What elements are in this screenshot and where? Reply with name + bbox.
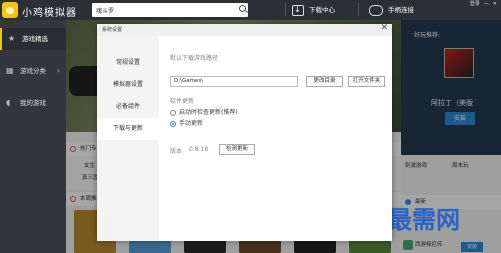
- open-folder-button[interactable]: 打开文件夹: [348, 76, 385, 87]
- title-bar: 小鸡模拟器 下载中心 手柄连接 登录 — ✕: [0, 0, 501, 20]
- sidebar-item-featured[interactable]: ★ 游戏精选: [0, 28, 66, 50]
- gamepad-connect-label: 手柄连接: [388, 6, 414, 14]
- dialog-title: 系统设置: [102, 27, 123, 33]
- version-value: 0.8.18: [189, 146, 209, 153]
- settings-nav: 常规设置 模拟器设置 必备组件 下载与更新: [97, 36, 159, 241]
- version-label: 版本: [170, 148, 183, 155]
- watermark: 最需网: [388, 205, 460, 234]
- radio-manual-update[interactable]: 手动更新: [170, 118, 203, 127]
- sidebar: ★ 游戏精选 ▦ 游戏分类 › ◖ 我的游戏: [0, 20, 66, 253]
- download-icon: [292, 3, 304, 17]
- radio-auto-label: 启动时检查更新(推荐): [179, 109, 238, 116]
- gamepad-connect-button[interactable]: 手柄连接: [369, 3, 414, 17]
- radio-auto-update[interactable]: 启动时检查更新(推荐): [170, 107, 238, 116]
- toolbar-divider: [358, 3, 359, 16]
- software-update-label: 软件更新: [170, 98, 195, 105]
- search-icon[interactable]: [239, 5, 246, 12]
- radio-button-selected[interactable]: [170, 120, 176, 127]
- sidebar-item-label: 游戏分类: [20, 67, 46, 75]
- chevron-right-icon: ›: [56, 66, 60, 75]
- download-center-label: 下载中心: [309, 6, 335, 14]
- login-link[interactable]: 登录: [470, 1, 480, 7]
- settings-body: 默认下载游戏路径 D:\Games\ 更改目录 打开文件夹 软件更新 启动时检查…: [159, 36, 392, 241]
- star-icon: ★: [8, 34, 16, 43]
- change-directory-button[interactable]: 更改目录: [306, 76, 343, 87]
- sidebar-item-label: 我的游戏: [20, 99, 46, 107]
- settings-dialog: 系统设置 ✕ 常规设置 模拟器设置 必备组件 下载与更新 默认下载游戏路径 D:…: [97, 23, 392, 241]
- gamepad-icon: [369, 4, 383, 16]
- sidebar-item-label: 游戏精选: [22, 35, 48, 43]
- download-path-field[interactable]: D:\Games\: [170, 76, 298, 87]
- nav-general-settings[interactable]: 常规设置: [97, 52, 159, 74]
- nav-required-components[interactable]: 必备组件: [97, 96, 159, 118]
- close-icon[interactable]: ✕: [380, 23, 388, 33]
- window-controls: 登录 — ✕: [466, 0, 497, 7]
- download-center-button[interactable]: 下载中心: [292, 3, 335, 17]
- chick-logo-icon: [2, 2, 18, 18]
- grid-icon: ▦: [6, 66, 14, 75]
- download-path-label: 默认下载游戏路径: [170, 55, 219, 62]
- nav-download-update[interactable]: 下载与更新: [97, 118, 159, 140]
- toolbar-divider: [285, 3, 286, 16]
- sidebar-item-categories[interactable]: ▦ 游戏分类 ›: [0, 60, 66, 82]
- pacman-icon: ◖: [6, 98, 11, 107]
- check-update-button[interactable]: 检测更新: [219, 144, 255, 155]
- minimize-button[interactable]: —: [484, 1, 489, 7]
- close-window-button[interactable]: ✕: [493, 1, 497, 7]
- search-input[interactable]: [92, 3, 248, 17]
- dialog-title-bar: 系统设置 ✕: [97, 23, 392, 36]
- radio-manual-label: 手动更新: [179, 120, 204, 127]
- sidebar-item-my-games[interactable]: ◖ 我的游戏: [0, 92, 66, 114]
- app-title: 小鸡模拟器: [22, 8, 77, 19]
- radio-button[interactable]: [170, 109, 176, 116]
- nav-emulator-settings[interactable]: 模拟器设置: [97, 74, 159, 96]
